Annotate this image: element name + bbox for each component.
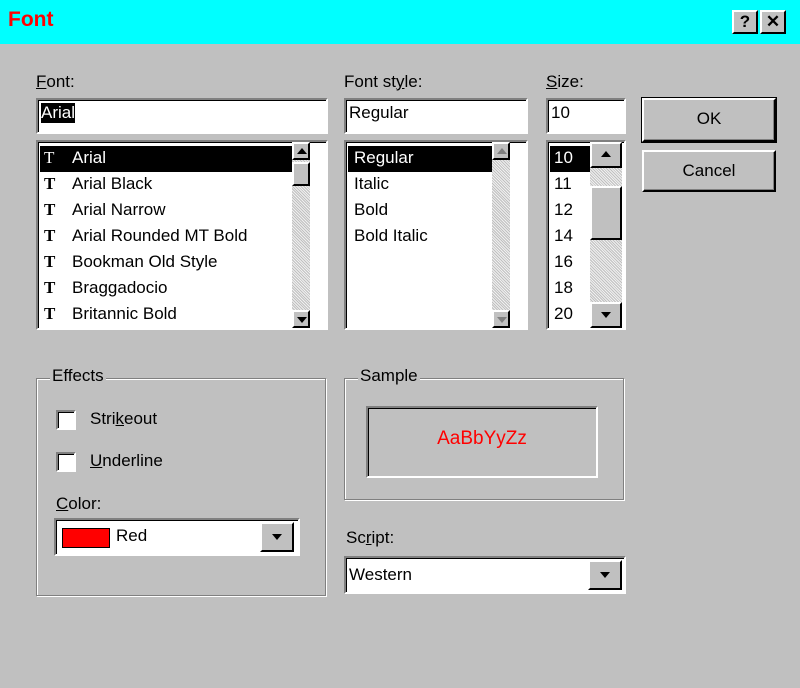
font-label: Font: [36,72,75,91]
truetype-icon: T [44,252,56,271]
title-bar[interactable]: Font ? ✕ [0,0,800,44]
font-list-item[interactable]: T Arial Black [40,172,294,198]
truetype-icon: T [44,226,56,245]
font-style-item[interactable]: Bold Italic [348,224,428,250]
font-list-item[interactable]: T Arial Rounded MT Bold [40,224,294,250]
color-dropdown-button[interactable] [260,522,294,552]
truetype-icon: T [44,148,55,167]
close-icon: ✕ [765,12,781,31]
effects-group [36,378,326,596]
arrow-up-icon [601,151,611,157]
truetype-icon: T [44,304,56,323]
arrow-up-icon [497,148,507,154]
size-item[interactable]: 16 [550,250,573,276]
help-icon: ? [739,12,751,31]
color-swatch [62,528,110,548]
sample-label: Sample [358,366,420,386]
strikeout-label[interactable]: Strikeout [90,409,157,429]
color-combo[interactable]: Red [54,518,300,556]
font-list-item[interactable]: T Arial Narrow [40,198,294,224]
font-list-items: T Arial T Arial Black T Arial Narrow T Arial… [40,144,294,328]
scroll-thumb[interactable] [590,186,622,240]
window-title: Font [8,8,54,31]
font-list-item[interactable]: T Britannic Bold [40,302,294,328]
size-item[interactable]: 10 [550,146,592,172]
arrow-down-icon [297,317,307,323]
font-style-item[interactable]: Bold [348,198,388,224]
close-button[interactable]: ✕ [760,10,786,34]
size-scrollbar[interactable] [590,142,622,328]
size-item[interactable]: 20 [550,302,573,328]
font-style-item[interactable]: Italic [348,172,389,198]
size-input-value: 10 [551,103,570,122]
size-input[interactable]: 10 [546,98,626,134]
size-list-items: 10 11 12 14 16 18 20 [550,144,592,328]
scroll-up-button[interactable] [492,142,510,160]
help-button[interactable]: ? [732,10,758,34]
sample-preview: AaBbYyZz [366,406,598,478]
font-input[interactable]: Arial [36,98,328,134]
font-list-item[interactable]: T Braggadocio [40,276,294,302]
font-dialog: Font ? ✕ Font: Arial T Arial T Arial Black… [0,0,800,688]
font-list-scrollbar[interactable] [292,142,310,328]
font-style-scrollbar[interactable] [492,142,510,328]
scroll-thumb[interactable] [292,162,310,186]
script-combo[interactable]: Western [344,556,626,594]
scroll-up-button[interactable] [292,142,310,160]
underline-checkbox[interactable] [56,452,76,472]
scroll-down-button[interactable] [292,310,310,328]
font-style-list-items: Regular Italic Bold Bold Italic [348,144,494,328]
script-label: Script: [346,528,395,547]
font-style-label: Font style: [344,72,423,91]
color-value: Red [116,526,148,545]
size-item[interactable]: 18 [550,276,573,302]
cancel-button[interactable]: Cancel [642,150,776,192]
size-item[interactable]: 14 [550,224,573,250]
ok-button[interactable]: OK [641,97,777,143]
script-value: Western [349,565,412,584]
font-style-item[interactable]: Regular [348,146,494,172]
truetype-icon: T [44,200,56,219]
script-dropdown-button[interactable] [588,560,622,590]
arrow-down-icon [497,317,507,323]
size-item[interactable]: 12 [550,198,573,224]
sample-text: AaBbYyZz [437,428,527,449]
truetype-icon: T [44,278,56,297]
strikeout-checkbox[interactable] [56,410,76,430]
scroll-up-button[interactable] [590,142,622,168]
size-item[interactable]: 11 [550,172,572,198]
font-list[interactable]: T Arial T Arial Black T Arial Narrow T Arial… [36,140,328,330]
font-input-value: Arial [41,103,76,123]
scroll-down-button[interactable] [590,302,622,328]
font-list-item[interactable]: T Bookman Old Style [40,250,294,276]
font-list-item[interactable]: T Arial [40,146,294,172]
size-label: Size: [546,72,584,91]
font-style-list[interactable]: Regular Italic Bold Bold Italic [344,140,528,330]
effects-label: Effects [50,366,106,386]
color-label: Color: [56,494,102,513]
font-style-input[interactable]: Regular [344,98,528,134]
font-style-input-value: Regular [349,103,409,122]
underline-label[interactable]: Underline [90,451,163,471]
chevron-down-icon [272,534,282,540]
truetype-icon: T [44,174,56,193]
chevron-down-icon [600,572,610,578]
size-list[interactable]: 10 11 12 14 16 18 20 [546,140,626,330]
arrow-up-icon [297,148,307,154]
scroll-down-button[interactable] [492,310,510,328]
arrow-down-icon [601,312,611,318]
